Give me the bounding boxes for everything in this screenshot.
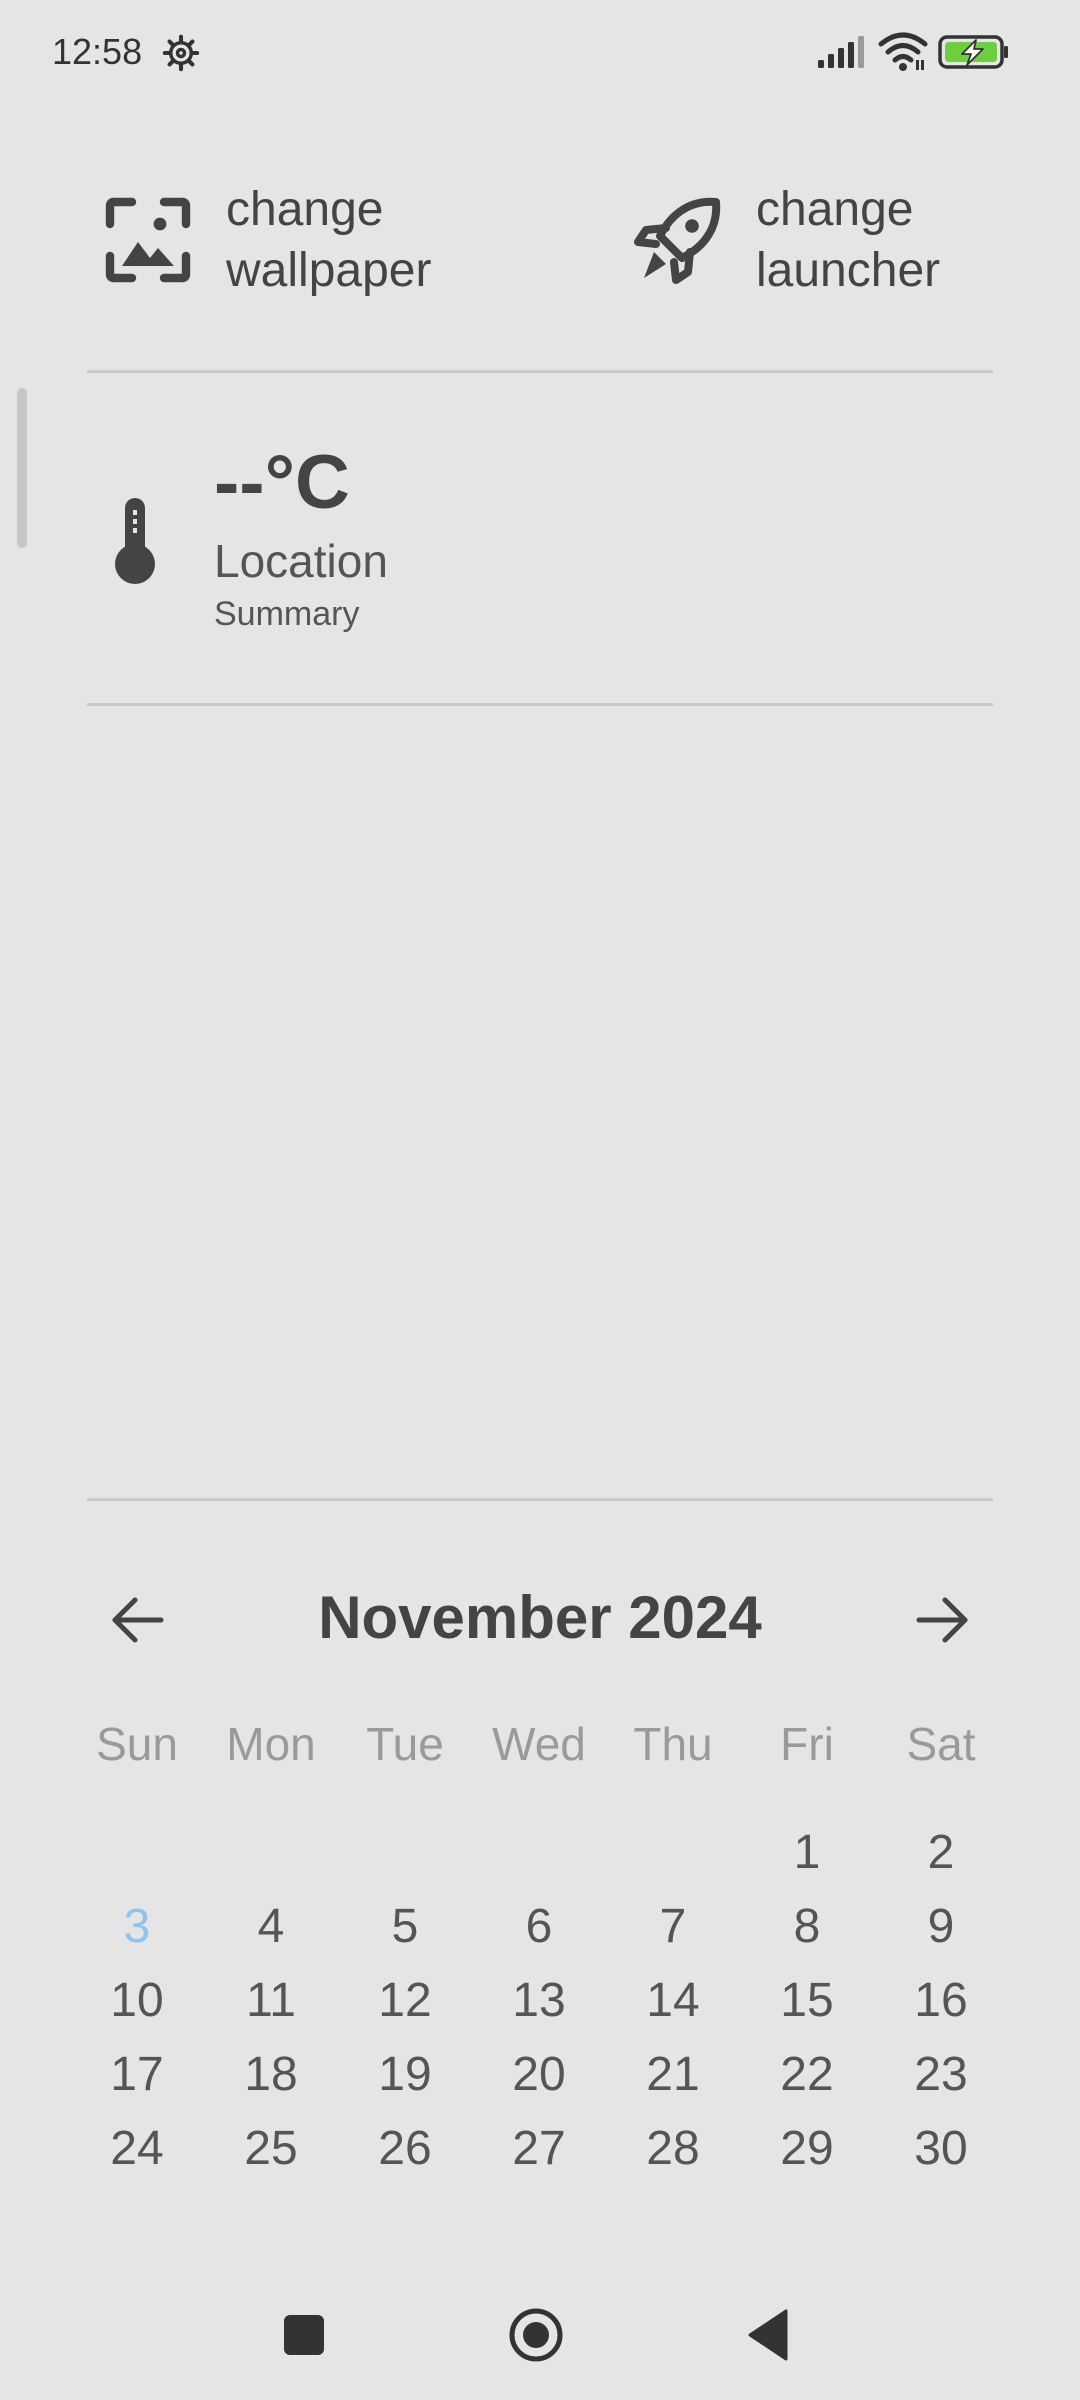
calendar-day[interactable]: 15: [740, 1964, 874, 2038]
change-wallpaper-label: change wallpaper: [226, 183, 432, 297]
calendar-day[interactable]: 22: [740, 2038, 874, 2112]
weather-location: Location: [214, 535, 388, 587]
calendar-day[interactable]: 5: [338, 1890, 472, 1964]
wallpaper-icon: [105, 197, 191, 283]
calendar-day[interactable]: 17: [70, 2038, 204, 2112]
calendar-day[interactable]: 2: [874, 1816, 1008, 1890]
calendar-day[interactable]: 28: [606, 2112, 740, 2186]
back-icon[interactable]: [740, 2305, 800, 2365]
calendar-weekday-wed: Wed: [492, 1718, 586, 1770]
status-bar: 12:58: [0, 0, 1080, 104]
calendar-day[interactable]: 27: [472, 2112, 606, 2186]
calendar-weekday-thu: Thu: [633, 1718, 713, 1770]
calendar-day[interactable]: 1: [740, 1816, 874, 1890]
calendar-empty-cell: [70, 1816, 204, 1890]
calendar-day[interactable]: 4: [204, 1890, 338, 1964]
calendar-weekday-mon: Mon: [226, 1718, 316, 1770]
home-icon[interactable]: [506, 2305, 566, 2365]
recents-icon[interactable]: [274, 2305, 334, 2365]
change-launcher-button[interactable]: change launcher: [630, 170, 1030, 310]
battery-charging-icon: [938, 35, 1008, 69]
calendar-day[interactable]: 7: [606, 1890, 740, 1964]
rocket-icon: [634, 197, 721, 284]
change-wallpaper-button[interactable]: change wallpaper: [100, 170, 500, 310]
calendar-day[interactable]: 13: [472, 1964, 606, 2038]
calendar-day[interactable]: 26: [338, 2112, 472, 2186]
calendar-empty-cell: [338, 1816, 472, 1890]
change-launcher-label: change launcher: [756, 183, 941, 297]
divider: [87, 1498, 993, 1501]
status-time: 12:58: [52, 31, 143, 72]
calendar-empty-cell: [472, 1816, 606, 1890]
calendar-day[interactable]: 9: [874, 1890, 1008, 1964]
calendar-day[interactable]: 25: [204, 2112, 338, 2186]
divider: [87, 370, 993, 373]
wifi-icon: [878, 32, 928, 71]
divider: [87, 703, 993, 706]
calendar-day[interactable]: 29: [740, 2112, 874, 2186]
calendar-day[interactable]: 14: [606, 1964, 740, 2038]
settings-icon: [162, 34, 200, 72]
calendar-day[interactable]: 10: [70, 1964, 204, 2038]
calendar-month-title: November 2024: [318, 1584, 762, 1651]
calendar-empty-cell: [204, 1816, 338, 1890]
calendar-day[interactable]: 6: [472, 1890, 606, 1964]
calendar-day[interactable]: 20: [472, 2038, 606, 2112]
next-month-arrow-icon[interactable]: [913, 1590, 973, 1650]
calendar-weekday-row: Sun Mon Tue Wed Thu Fri Sat: [70, 1714, 1010, 1774]
calendar-day[interactable]: 16: [874, 1964, 1008, 2038]
calendar-day[interactable]: 8: [740, 1890, 874, 1964]
navigation-bar: [0, 2280, 1080, 2390]
calendar-empty-cell: [606, 1816, 740, 1890]
calendar-day-today[interactable]: 3: [70, 1890, 204, 1964]
thermometer-icon: [115, 498, 155, 584]
home-screen: 12:58 change wallpaper change launcher -…: [0, 0, 1080, 2400]
calendar-weekday-sat: Sat: [906, 1718, 976, 1770]
previous-month-arrow-icon[interactable]: [107, 1590, 167, 1650]
calendar-day[interactable]: 11: [204, 1964, 338, 2038]
weather-temperature: --°C: [214, 440, 350, 525]
signal-icon: [818, 36, 864, 68]
calendar-day[interactable]: 30: [874, 2112, 1008, 2186]
calendar-day[interactable]: 19: [338, 2038, 472, 2112]
calendar-day[interactable]: 12: [338, 1964, 472, 2038]
calendar-weekday-tue: Tue: [366, 1718, 444, 1770]
calendar-weekday-fri: Fri: [780, 1718, 834, 1770]
calendar-day[interactable]: 18: [204, 2038, 338, 2112]
calendar-header: November 2024: [87, 1570, 993, 1666]
calendar-weekday-sun: Sun: [96, 1718, 178, 1770]
calendar-day[interactable]: 21: [606, 2038, 740, 2112]
calendar-day[interactable]: 24: [70, 2112, 204, 2186]
weather-summary: Summary: [214, 595, 360, 633]
calendar-day[interactable]: 23: [874, 2038, 1008, 2112]
weather-widget[interactable]: --°C Location Summary: [87, 400, 993, 660]
calendar-day-grid: 1 2 3 4 5 6 7 8 9 10 11 12 13 14 15 16 17 18 19 20 21 22 23 24 2…: [70, 1816, 1010, 2186]
scroll-indicator[interactable]: [17, 388, 27, 548]
